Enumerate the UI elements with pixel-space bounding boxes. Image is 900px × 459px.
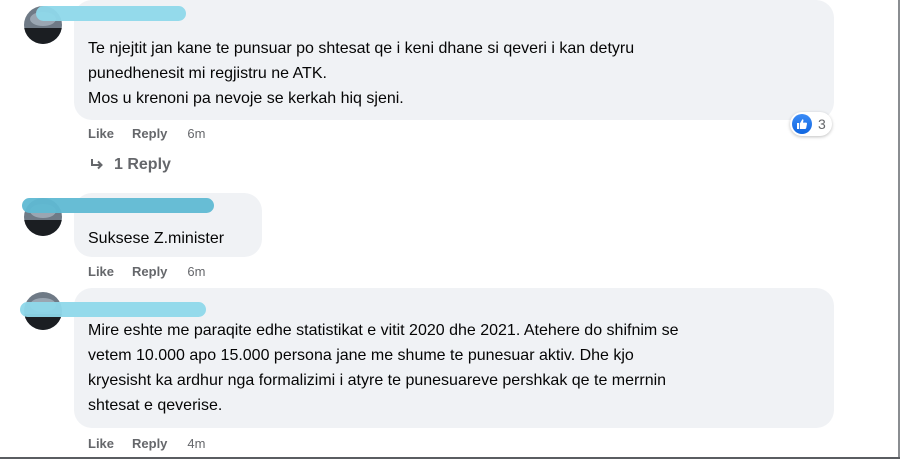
comment-timestamp[interactable]: 4m	[187, 436, 205, 451]
like-button[interactable]: Like	[88, 126, 114, 141]
replies-count: 1 Reply	[114, 156, 171, 173]
author-name-redacted	[20, 302, 206, 317]
like-button[interactable]: Like	[88, 436, 114, 451]
reply-button[interactable]: Reply	[132, 126, 167, 141]
comment-text: Suksese Z.minister	[88, 230, 225, 247]
comment-text: Te njejtit jan kane te punsuar po shtesa…	[88, 40, 635, 107]
comment-timestamp[interactable]: 6m	[187, 126, 205, 141]
reaction-count: 3	[818, 116, 826, 132]
view-replies-link[interactable]: 1 Reply	[90, 156, 171, 174]
comment-actions: Like Reply 6m	[88, 126, 205, 141]
reply-button[interactable]: Reply	[132, 436, 167, 451]
comment-actions: Like Reply 6m	[88, 264, 205, 279]
author-name-redacted	[36, 6, 186, 21]
reply-button[interactable]: Reply	[132, 264, 167, 279]
reply-arrow-icon	[91, 159, 103, 170]
reaction-summary[interactable]: 3	[790, 112, 832, 136]
like-button[interactable]: Like	[88, 264, 114, 279]
author-name-redacted	[22, 198, 214, 213]
like-icon	[792, 114, 812, 134]
comment-timestamp[interactable]: 6m	[187, 264, 205, 279]
avatar-image-lower	[24, 220, 62, 236]
comment-text: Mire eshte me paraqite edhe statistikat …	[88, 322, 679, 414]
avatar-image-lower	[24, 28, 62, 44]
comment-actions: Like Reply 4m	[88, 436, 205, 451]
